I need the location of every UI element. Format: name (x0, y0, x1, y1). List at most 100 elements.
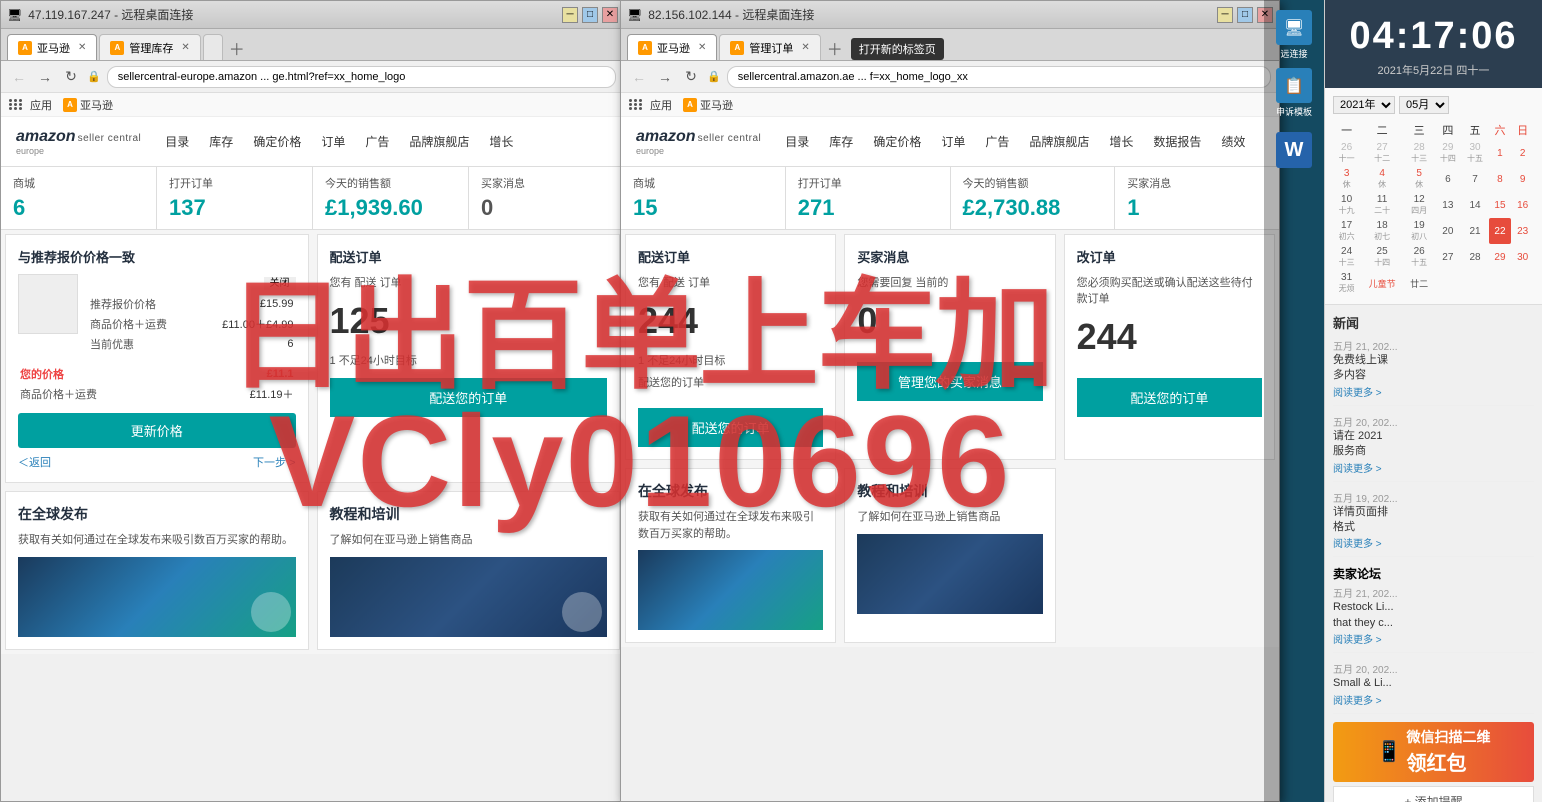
right-new-tab-btn[interactable]: ＋ (823, 36, 847, 60)
left-back-link[interactable]: ＜返回 (18, 454, 51, 470)
cal-cell[interactable]: 24十三 (1333, 244, 1360, 270)
cal-cell[interactable]: 31无烦 (1333, 270, 1360, 296)
close-btn[interactable]: ✕ (602, 7, 618, 23)
right-stat-stores-value: 15 (633, 195, 773, 221)
left-window-controls: ─ □ ✕ (562, 7, 618, 23)
cal-cell[interactable]: 23 (1511, 218, 1534, 244)
cal-cell[interactable]: 8 (1489, 166, 1512, 192)
news-item-5-link[interactable]: 阅读更多 > (1333, 692, 1534, 707)
cal-cell[interactable]: 10十九 (1333, 192, 1360, 218)
cal-cell[interactable]: 13 (1434, 192, 1461, 218)
left-tab-inventory-close[interactable]: ✕ (181, 42, 189, 53)
left-nav-pricing[interactable]: 确定价格 (249, 131, 305, 152)
add-reminder-btn[interactable]: + 添加提醒 (1333, 786, 1534, 802)
calendar-year-select[interactable]: 2021年 (1333, 96, 1395, 114)
sidebar-icon-remote[interactable]: 🖥 远连接 (1269, 10, 1319, 60)
calendar-month-select[interactable]: 05月 (1399, 96, 1449, 114)
left-delivery-btn[interactable]: 配送您的订单 (330, 378, 608, 417)
left-nav-ads[interactable]: 广告 (361, 131, 393, 152)
news-item-3-link[interactable]: 阅读更多 > (1333, 535, 1534, 550)
cal-cell-today[interactable]: 22 (1489, 218, 1512, 244)
right-delivery-btn[interactable]: 配送您的订单 (638, 408, 823, 447)
left-forward-btn[interactable]: → (35, 67, 55, 87)
right-nav-data[interactable]: 数据报告 (1149, 131, 1205, 152)
right-forward-btn[interactable]: → (655, 67, 675, 87)
right-tab-amazon[interactable]: A 亚马逊 ✕ (627, 34, 717, 60)
left-nav-growth[interactable]: 增长 (485, 131, 517, 152)
cal-cell[interactable]: 19初八 (1404, 218, 1434, 244)
cal-cell[interactable]: 29 (1489, 244, 1512, 270)
right-nav-orders[interactable]: 订单 (937, 131, 969, 152)
cal-cell[interactable]: 30十五 (1461, 140, 1488, 166)
right-back-btn[interactable]: ← (629, 67, 649, 87)
right-tab-orders[interactable]: A 管理订单 ✕ (719, 34, 820, 60)
right-nav-growth[interactable]: 增长 (1105, 131, 1137, 152)
left-nav-brand[interactable]: 品牌旗舰店 (405, 131, 473, 152)
cal-cell[interactable]: 28十三 (1404, 140, 1434, 166)
minimize-btn[interactable]: ─ (562, 7, 578, 23)
right-url-input[interactable] (727, 66, 1271, 88)
right-pending-card: 改订单 您必须购买配送或确认配送这些待付款订单 244 配送您的订单 (1064, 234, 1275, 460)
right-tab-amazon-close[interactable]: ✕ (698, 42, 706, 53)
right-pending-btn[interactable]: 配送您的订单 (1077, 378, 1262, 417)
cal-cell[interactable]: 20 (1434, 218, 1461, 244)
cal-cell[interactable]: 11二十 (1360, 192, 1404, 218)
cal-cell[interactable]: 15 (1489, 192, 1512, 218)
cal-cell[interactable]: 28 (1461, 244, 1488, 270)
right-refresh-btn[interactable]: ↻ (681, 67, 701, 87)
sidebar-icon-word[interactable]: W (1269, 126, 1319, 176)
right-tab-orders-close[interactable]: ✕ (801, 42, 809, 53)
left-delivery-card: 配送订单 您有 配送 订单 125 1 不足24小时目标 配送您的订单 (317, 234, 621, 483)
left-refresh-btn[interactable]: ↻ (61, 67, 81, 87)
cal-cell[interactable]: 18初七 (1360, 218, 1404, 244)
news-item-4-link[interactable]: 阅读更多 > (1333, 631, 1534, 646)
left-nav-catalog[interactable]: 目录 (161, 131, 193, 152)
cal-cell[interactable]: 4休 (1360, 166, 1404, 192)
right-buyer-btn[interactable]: 管理您的买家消息 (857, 362, 1042, 401)
cal-cell[interactable]: 26十五 (1404, 244, 1434, 270)
cal-cell[interactable]: 16 (1511, 192, 1534, 218)
left-stat-orders: 打开订单 137 (157, 167, 313, 229)
cal-cell[interactable]: 29十四 (1434, 140, 1461, 166)
cal-cell[interactable]: 27十二 (1360, 140, 1404, 166)
news-item-2-link[interactable]: 阅读更多 > (1333, 460, 1534, 475)
sidebar-icon-appeal[interactable]: 📋 申诉模板 (1269, 68, 1319, 118)
cal-cell[interactable]: 6 (1434, 166, 1461, 192)
cal-cell[interactable]: 14 (1461, 192, 1488, 218)
right-nav-ads[interactable]: 广告 (981, 131, 1013, 152)
right-stat-sales: 今天的销售额 £2,730.88 (951, 167, 1116, 229)
right-nav-catalog[interactable]: 目录 (781, 131, 813, 152)
left-new-tab-btn[interactable]: ＋ (225, 36, 249, 60)
cal-cell[interactable]: 25十四 (1360, 244, 1404, 270)
right-nav-performance[interactable]: 绩效 (1217, 131, 1249, 152)
left-tab-amazon-close[interactable]: ✕ (78, 42, 86, 53)
left-url-input[interactable] (107, 66, 616, 88)
cal-cell[interactable]: 3休 (1333, 166, 1360, 192)
left-nav-orders[interactable]: 订单 (317, 131, 349, 152)
news-item-1-link[interactable]: 阅读更多 > (1333, 384, 1534, 399)
cal-cell[interactable]: 2 (1511, 140, 1534, 166)
right-maximize-btn[interactable]: □ (1237, 7, 1253, 23)
right-minimize-btn[interactable]: ─ (1217, 7, 1233, 23)
maximize-btn[interactable]: □ (582, 7, 598, 23)
cal-cell[interactable]: 26十一 (1333, 140, 1360, 166)
right-nav-brand[interactable]: 品牌旗舰店 (1025, 131, 1093, 152)
left-close-btn[interactable]: 关闭 (264, 277, 296, 290)
cal-cell[interactable]: 27 (1434, 244, 1461, 270)
cal-cell[interactable]: 7 (1461, 166, 1488, 192)
left-nav-inventory[interactable]: 库存 (205, 131, 237, 152)
left-update-price-btn[interactable]: 更新价格 (18, 413, 296, 448)
left-next-link[interactable]: 下一步 > (253, 454, 295, 470)
left-tab-inventory[interactable]: A 管理库存 ✕ (99, 34, 200, 60)
cal-cell[interactable]: 9 (1511, 166, 1534, 192)
left-tab-amazon[interactable]: A 亚马逊 ✕ (7, 34, 97, 60)
left-back-btn[interactable]: ← (9, 67, 29, 87)
cal-cell[interactable]: 5休 (1404, 166, 1434, 192)
cal-cell[interactable]: 30 (1511, 244, 1534, 270)
cal-cell[interactable]: 21 (1461, 218, 1488, 244)
right-nav-pricing[interactable]: 确定价格 (869, 131, 925, 152)
cal-cell[interactable]: 17初六 (1333, 218, 1360, 244)
right-nav-inventory[interactable]: 库存 (825, 131, 857, 152)
cal-cell[interactable]: 1 (1489, 140, 1512, 166)
cal-cell[interactable]: 12四月 (1404, 192, 1434, 218)
